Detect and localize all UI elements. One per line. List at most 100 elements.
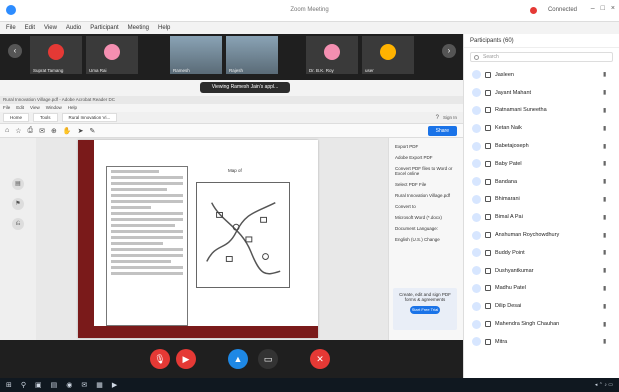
mic-muted-icon[interactable]: ▮ (603, 196, 609, 203)
email-icon[interactable]: ✉ (39, 127, 45, 135)
chat-icon[interactable]: ▭ (258, 349, 278, 369)
leave-icon[interactable]: ✕ (310, 349, 330, 369)
mic-muted-icon[interactable]: ▮ (603, 143, 609, 150)
mic-muted-icon[interactable]: ▮ (603, 71, 609, 78)
close-icon[interactable]: × (611, 5, 615, 12)
mic-muted-icon[interactable]: ▮ (603, 285, 609, 292)
reader-menu-file[interactable]: File (3, 104, 10, 112)
mic-muted-icon[interactable]: ▮ (603, 303, 609, 310)
participant-row[interactable]: Bandana ▮ (464, 173, 619, 191)
share-button[interactable]: Share (427, 125, 457, 136)
participant-row[interactable]: Ketan Naik ▮ (464, 119, 619, 137)
share-screen-icon[interactable]: ▲ (228, 349, 248, 369)
print-icon[interactable]: ⎙ (28, 127, 34, 135)
mic-muted-icon[interactable]: ▮ (603, 232, 609, 239)
bookmarks-icon[interactable]: ⚑ (12, 198, 24, 210)
participant-row[interactable]: Mahendra Singh Chauhan ▮ (464, 315, 619, 333)
participant-row[interactable]: Jasleen ▮ (464, 66, 619, 84)
menu-meeting[interactable]: Meeting (128, 25, 149, 31)
mic-muted-icon[interactable]: ▮ (603, 89, 609, 96)
menu-participant[interactable]: Participant (90, 25, 118, 31)
minimize-icon[interactable]: – (591, 5, 595, 12)
tab-document[interactable]: Rural Innovation Vi... (61, 113, 118, 122)
attachment-icon[interactable]: ⎌ (12, 218, 24, 230)
tab-home[interactable]: Home (3, 113, 30, 122)
convert-format-select[interactable]: Microsoft Word (*.docx) (395, 215, 457, 220)
zoom-app-icon[interactable]: ▶ (112, 381, 117, 389)
mic-muted-icon[interactable]: ▮ (603, 160, 609, 167)
mic-muted-icon[interactable]: ▮ (603, 107, 609, 114)
video-tile[interactable]: Uma Rai (86, 36, 138, 74)
participant-row[interactable]: Bhimarani ▮ (464, 191, 619, 209)
participant-row[interactable]: Dilip Desai ▮ (464, 297, 619, 315)
reader-menu-edit[interactable]: Edit (16, 104, 24, 112)
mic-muted-icon[interactable]: ▮ (603, 178, 609, 185)
video-tile[interactable]: user (362, 36, 414, 74)
start-icon[interactable]: ⊞ (6, 381, 12, 389)
store-icon[interactable]: ▦ (96, 381, 103, 389)
page-footer-band (94, 326, 318, 338)
participant-row[interactable]: Baby Patel ▮ (464, 155, 619, 173)
menu-edit[interactable]: Edit (25, 25, 35, 31)
reader-menu-view[interactable]: View (30, 104, 40, 112)
help-icon[interactable]: ? (436, 115, 439, 121)
reader-body: ▤ ⚑ ⎌ Map of Export PDF Adobe Export PDF… (0, 138, 463, 340)
participant-row[interactable]: Mitra ▮ (464, 333, 619, 351)
next-page-icon[interactable]: › (442, 44, 456, 58)
video-tile[interactable]: Ramesh (170, 36, 222, 74)
participant-row[interactable]: Anshuman Roychowdhury ▮ (464, 226, 619, 244)
start-trial-button[interactable]: Start Free Trial (410, 306, 440, 314)
browser-icon[interactable]: ◉ (66, 381, 72, 389)
zoom-icon[interactable]: ⊕ (51, 127, 57, 135)
sign-in-link[interactable]: Sign In (443, 115, 457, 120)
reader-menu-window[interactable]: Window (46, 104, 62, 112)
menu-audio[interactable]: Audio (66, 25, 81, 31)
select-icon[interactable]: ➤ (78, 127, 84, 135)
participant-row[interactable]: Buddy Point ▮ (464, 244, 619, 262)
search-icon[interactable]: ⚲ (21, 381, 26, 389)
video-tile[interactable]: Rajesh (226, 36, 278, 74)
task-view-icon[interactable]: ▣ (35, 381, 42, 389)
menu-help[interactable]: Help (158, 25, 170, 31)
window-controls[interactable]: – □ × (591, 5, 615, 12)
system-tray[interactable]: ◂ ⌃ ♪ ▭ (595, 382, 613, 388)
participant-row[interactable]: Dushyantkumar ▮ (464, 262, 619, 280)
menu-file[interactable]: File (6, 25, 16, 31)
camera-icon (485, 196, 491, 203)
mic-muted-icon[interactable]: ▮ (603, 338, 609, 345)
selected-file[interactable]: Rural Innovation Village.pdf (395, 193, 457, 198)
left-tool-rail: ▤ ⚑ ⎌ (0, 138, 36, 340)
participant-row[interactable]: Bimal A Pai ▮ (464, 208, 619, 226)
reader-menu-help[interactable]: Help (68, 104, 77, 112)
tab-tools[interactable]: Tools (33, 113, 58, 122)
video-tile[interactable]: Suprat Tamang (30, 36, 82, 74)
stop-video-icon[interactable]: ▶ (176, 349, 196, 369)
mute-icon[interactable]: 🎙 (150, 349, 170, 369)
participant-row[interactable]: Ratnamani Suneetha ▮ (464, 102, 619, 120)
prev-page-icon[interactable]: ‹ (8, 44, 22, 58)
pdf-page: Map of (78, 140, 318, 338)
participant-row[interactable]: Jayant Mahant ▮ (464, 84, 619, 102)
video-tile[interactable]: Dr. B.K. Roy (306, 36, 358, 74)
mic-muted-icon[interactable]: ▮ (603, 125, 609, 132)
hand-icon[interactable]: ✋ (63, 127, 72, 135)
participant-row[interactable]: Madhu Patel ▮ (464, 280, 619, 298)
home-icon[interactable]: ⌂ (5, 127, 9, 134)
bookmark-icon[interactable]: ☆ (15, 127, 21, 135)
participant-search-input[interactable]: Search (470, 52, 613, 62)
mic-muted-icon[interactable]: ▮ (603, 214, 609, 221)
file-explorer-icon[interactable]: ▤ (51, 381, 58, 389)
document-language-value[interactable]: English (U.S.) Change (395, 237, 457, 242)
mail-icon[interactable]: ✉ (81, 381, 87, 389)
export-pdf-link[interactable]: Export PDF (395, 144, 457, 149)
screen-share-banner[interactable]: Viewing Ramesh Jain's appl... (200, 82, 290, 93)
mic-muted-icon[interactable]: ▮ (603, 249, 609, 256)
pages-icon[interactable]: ▤ (12, 178, 24, 190)
mic-muted-icon[interactable]: ▮ (603, 267, 609, 274)
reader-tabs: Home Tools Rural Innovation Vi... ? Sign… (0, 112, 463, 124)
maximize-icon[interactable]: □ (601, 5, 605, 12)
mic-muted-icon[interactable]: ▮ (603, 321, 609, 328)
comment-icon[interactable]: ✎ (89, 127, 95, 135)
participant-row[interactable]: Babetajoseph ▮ (464, 137, 619, 155)
menu-view[interactable]: View (44, 25, 57, 31)
